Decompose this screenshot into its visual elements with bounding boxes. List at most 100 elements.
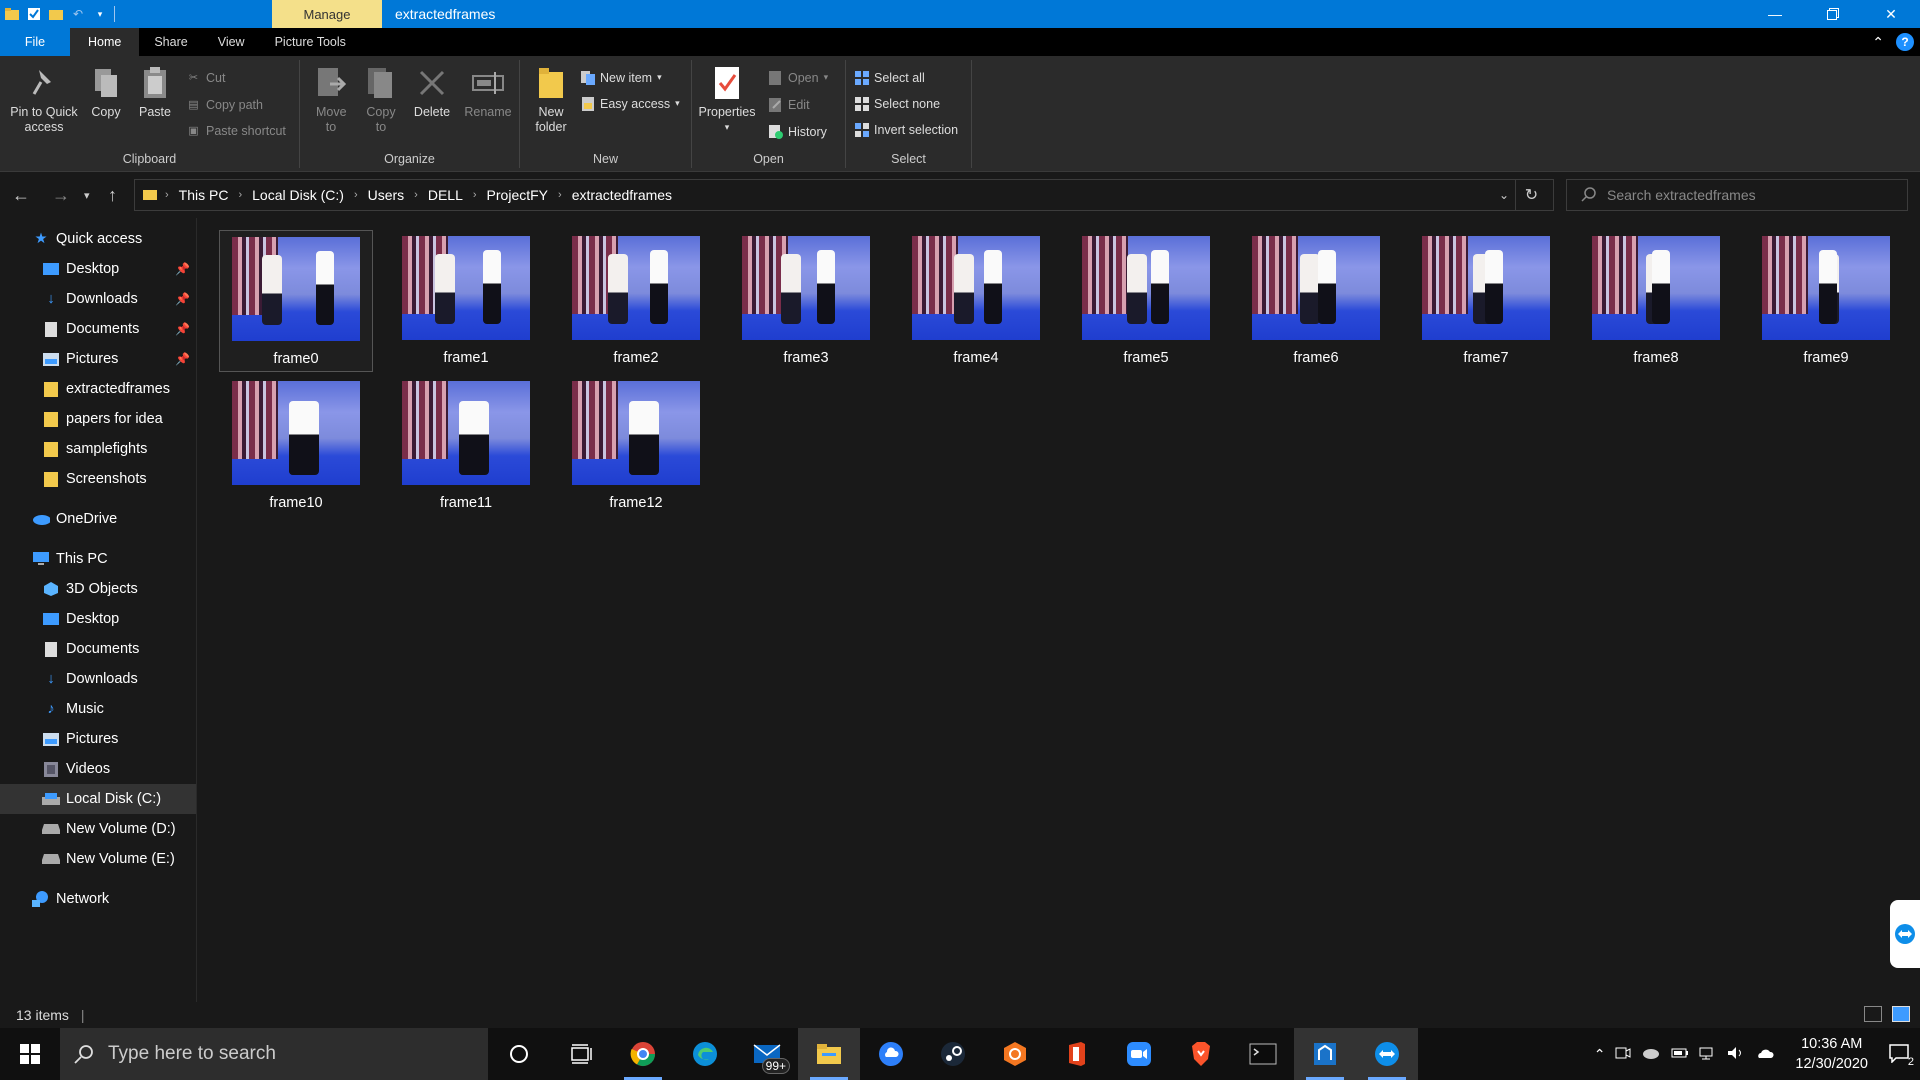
- large-icons-view-icon[interactable]: [1892, 1006, 1910, 1022]
- nav-this-pc[interactable]: This PC: [0, 544, 196, 574]
- history-button[interactable]: History: [768, 124, 827, 139]
- file-item[interactable]: frame1: [389, 230, 543, 372]
- teamviewer-app[interactable]: [1356, 1028, 1418, 1080]
- back-button[interactable]: ←: [12, 172, 30, 218]
- network-tray-icon[interactable]: [1699, 1046, 1717, 1063]
- pin-icon[interactable]: 📌: [175, 262, 190, 276]
- select-none-button[interactable]: Select none: [854, 96, 940, 111]
- avast-app[interactable]: [984, 1028, 1046, 1080]
- open-button[interactable]: Open ▾: [768, 70, 828, 85]
- copy-path-button[interactable]: ▤ Copy path: [186, 97, 263, 112]
- nav-qa-documents[interactable]: Documents 📌: [0, 314, 196, 344]
- nav-pc-videos[interactable]: Videos: [0, 754, 196, 784]
- battery-icon[interactable]: [1671, 1046, 1689, 1062]
- file-item[interactable]: frame12: [559, 375, 713, 517]
- teamviewer-panel-tab[interactable]: [1890, 900, 1920, 968]
- pin-icon[interactable]: 📌: [175, 352, 190, 366]
- pin-icon[interactable]: 📌: [175, 322, 190, 336]
- file-item[interactable]: frame8: [1579, 230, 1733, 372]
- easy-access-button[interactable]: Easy access ▾: [580, 96, 680, 111]
- close-button[interactable]: ✕: [1862, 0, 1920, 28]
- nav-quick-access[interactable]: ★ Quick access: [0, 224, 196, 254]
- manage-tab[interactable]: Manage: [272, 0, 382, 28]
- taskbar-search-input[interactable]: Type here to search: [108, 1043, 276, 1065]
- file-item[interactable]: frame4: [899, 230, 1053, 372]
- breadcrumb-projectfy[interactable]: ProjectFY: [487, 187, 548, 203]
- meet-now-icon[interactable]: [1615, 1046, 1631, 1063]
- file-item[interactable]: frame6: [1239, 230, 1393, 372]
- chevron-down-icon[interactable]: ⌄: [1499, 188, 1509, 202]
- photos-app[interactable]: [1294, 1028, 1356, 1080]
- nav-onedrive[interactable]: OneDrive: [0, 504, 196, 534]
- file-item[interactable]: frame10: [219, 375, 373, 517]
- file-item[interactable]: frame2: [559, 230, 713, 372]
- minimize-button[interactable]: —: [1746, 0, 1804, 28]
- steam-app[interactable]: [922, 1028, 984, 1080]
- tab-home[interactable]: Home: [70, 28, 140, 56]
- paste-shortcut-button[interactable]: ▣ Paste shortcut: [186, 123, 286, 138]
- restore-button[interactable]: [1804, 0, 1862, 28]
- search-input[interactable]: Search extractedframes: [1607, 187, 1756, 203]
- cut-button[interactable]: ✂ Cut: [186, 70, 226, 85]
- nav-network[interactable]: Network: [0, 884, 196, 914]
- nav-pc-3d-objects[interactable]: 3D Objects: [0, 574, 196, 604]
- file-item[interactable]: frame3: [729, 230, 883, 372]
- pin-icon[interactable]: 📌: [175, 292, 190, 306]
- undo-icon[interactable]: ↶: [70, 6, 86, 22]
- nav-pc-new-volume-e[interactable]: New Volume (E:): [0, 844, 196, 874]
- breadcrumb-users[interactable]: Users: [368, 187, 405, 203]
- edit-button[interactable]: Edit: [768, 97, 810, 112]
- chevron-down-icon[interactable]: ▾: [92, 6, 108, 22]
- task-view-button[interactable]: [550, 1028, 612, 1080]
- properties-button[interactable]: Properties ▾: [698, 64, 756, 135]
- mail-app[interactable]: 99+: [736, 1028, 798, 1080]
- nav-qa-screenshots[interactable]: Screenshots: [0, 464, 196, 494]
- terminal-app[interactable]: [1232, 1028, 1294, 1080]
- start-button[interactable]: [0, 1028, 60, 1080]
- breadcrumb-dell[interactable]: DELL: [428, 187, 463, 203]
- nav-qa-pictures[interactable]: Pictures 📌: [0, 344, 196, 374]
- office-app[interactable]: [1046, 1028, 1108, 1080]
- nav-pc-documents[interactable]: Documents: [0, 634, 196, 664]
- volume-icon[interactable]: [1727, 1046, 1745, 1063]
- help-icon[interactable]: ?: [1896, 33, 1914, 51]
- new-item-button[interactable]: New item ▾: [580, 70, 662, 85]
- breadcrumb-extractedframes[interactable]: extractedframes: [572, 187, 672, 203]
- breadcrumb[interactable]: › This PC › Local Disk (C:) › Users › DE…: [134, 179, 1554, 211]
- nav-pc-local-disk-c[interactable]: Local Disk (C:): [0, 784, 196, 814]
- file-item[interactable]: frame11: [389, 375, 543, 517]
- breadcrumb-this-pc[interactable]: This PC: [179, 187, 229, 203]
- chrome-app[interactable]: [612, 1028, 674, 1080]
- zoom-app[interactable]: [1108, 1028, 1170, 1080]
- nav-pc-downloads[interactable]: ↓ Downloads: [0, 664, 196, 694]
- pin-to-quick-access-button[interactable]: Pin to Quick access: [6, 64, 82, 135]
- nav-qa-downloads[interactable]: ↓ Downloads 📌: [0, 284, 196, 314]
- rename-button[interactable]: Rename: [462, 64, 514, 120]
- nav-qa-desktop[interactable]: Desktop 📌: [0, 254, 196, 284]
- nav-qa-samplefights[interactable]: samplefights: [0, 434, 196, 464]
- nav-qa-extractedframes[interactable]: extractedframes: [0, 374, 196, 404]
- delete-button[interactable]: Delete: [412, 64, 452, 120]
- edge-app[interactable]: [674, 1028, 736, 1080]
- new-folder-button[interactable]: New folder: [528, 64, 574, 135]
- file-explorer-app[interactable]: [798, 1028, 860, 1080]
- move-to-button[interactable]: Move to: [308, 64, 354, 135]
- copy-button[interactable]: Copy: [86, 64, 126, 120]
- file-item[interactable]: frame5: [1069, 230, 1223, 372]
- forward-button[interactable]: →: [52, 172, 70, 218]
- tab-file[interactable]: File: [0, 28, 70, 56]
- cortana-button[interactable]: [488, 1028, 550, 1080]
- clock[interactable]: 10:36 AM 12/30/2020: [1795, 1034, 1868, 1074]
- nav-pc-pictures[interactable]: Pictures: [0, 724, 196, 754]
- file-item[interactable]: frame7: [1409, 230, 1563, 372]
- paste-button[interactable]: Paste: [134, 64, 176, 120]
- select-all-button[interactable]: Select all: [854, 70, 925, 85]
- up-button[interactable]: ↑: [108, 172, 117, 218]
- nav-qa-papers-for-idea[interactable]: papers for idea: [0, 404, 196, 434]
- nav-pc-music[interactable]: ♪ Music: [0, 694, 196, 724]
- cloud-sync-icon[interactable]: [1755, 1046, 1775, 1063]
- tab-picture-tools[interactable]: Picture Tools: [260, 28, 361, 56]
- invert-selection-button[interactable]: Invert selection: [854, 122, 958, 137]
- nav-pc-new-volume-d[interactable]: New Volume (D:): [0, 814, 196, 844]
- nav-pc-desktop[interactable]: Desktop: [0, 604, 196, 634]
